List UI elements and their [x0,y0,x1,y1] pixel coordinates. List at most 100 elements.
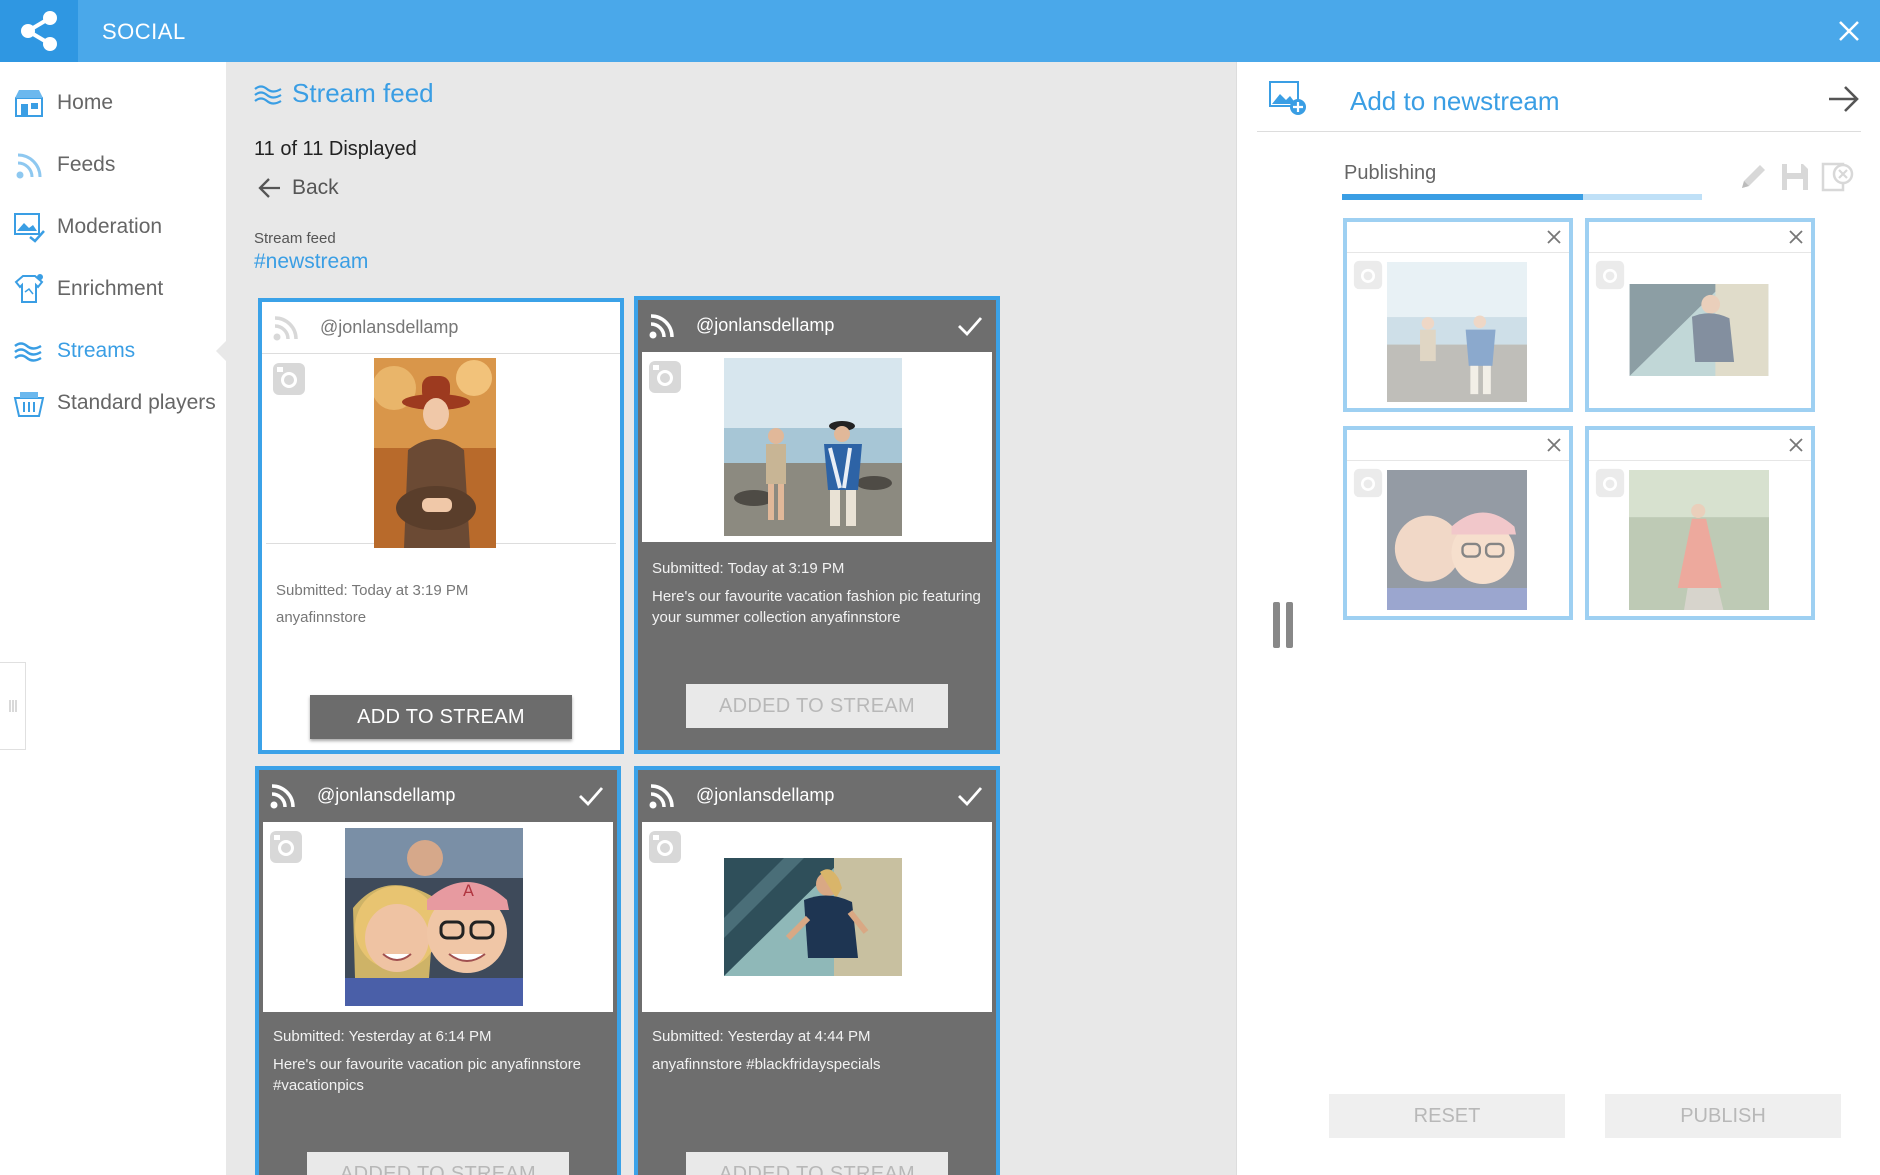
publish-button[interactable]: PUBLISH [1605,1094,1841,1138]
card-header: @jonlansdellamp [259,770,617,822]
card-submitted: Submitted: Yesterday at 4:44 PM [652,1028,871,1045]
remove-icon[interactable] [1545,436,1563,454]
page-title-text: Stream feed [292,78,434,108]
arrow-right-icon[interactable] [1827,82,1861,116]
sidebar-item-home[interactable]: Home [0,78,226,128]
top-bar: SOCIAL [0,0,1880,62]
sidebar-item-standard-players[interactable]: Standard players [0,378,226,428]
sidebar-item-label: Enrichment [57,277,164,300]
share-logo-icon[interactable] [0,0,78,62]
panel-header: Add to newstream [1257,62,1861,132]
instagram-icon [1353,468,1383,498]
image-check-icon [14,213,45,243]
card-handle: @jonlansdellamp [317,785,456,805]
svg-text:A: A [463,881,474,900]
add-to-stream-button[interactable]: ADD TO STREAM [310,695,572,739]
instagram-icon [273,363,305,395]
sidebar-item-feeds[interactable]: Feeds [0,140,226,190]
thumb-selfie-friends [1387,470,1527,610]
rss-icon [16,153,42,179]
sidebar: Home Feeds Moderation Enrichment Streams… [0,62,227,1175]
close-icon[interactable] [1834,16,1864,46]
photo-selfie-friends: A [345,828,523,1006]
sidebar-item-label: Streams [57,339,136,362]
card-submitted: Submitted: Today at 3:19 PM [276,582,469,599]
app-title: SOCIAL [102,19,186,44]
remove-icon[interactable] [1787,436,1805,454]
panel-title: Add to newstream [1350,86,1560,116]
store-icon [15,90,43,117]
remove-icon[interactable] [1545,228,1563,246]
remove-icon[interactable] [1787,228,1805,246]
publishing-progress-fill [1342,194,1584,200]
rss-icon [649,784,674,809]
active-pointer [216,340,227,362]
pencil-icon[interactable] [1736,160,1770,194]
publishing-progress [1342,194,1702,200]
card-handle: @jonlansdellamp [696,785,835,805]
displayed-count: 11 of 11 Displayed [254,138,417,160]
back-button[interactable]: Back [258,176,339,200]
thumb-woman-red-dress [1629,470,1769,610]
card-media [642,352,992,542]
rss-icon [649,314,674,339]
save-icon[interactable] [1778,160,1812,194]
sidebar-item-label: Home [57,91,114,114]
card-handle: @jonlansdellamp [696,315,835,335]
card-header: @jonlansdellamp [638,300,996,352]
image-add-icon [1269,81,1306,115]
photo-beach-couple [724,358,902,536]
stream-thumbnail[interactable] [1343,426,1573,620]
feed-tag-link[interactable]: #newstream [254,250,368,274]
basket-icon [13,392,45,417]
reset-button[interactable]: RESET [1329,1094,1565,1138]
instagram-icon [1353,260,1383,290]
check-icon [958,317,983,337]
instagram-icon [1595,260,1625,290]
post-card[interactable]: @jonlansdellamp Submitted: Today at 3:19 [634,296,1000,754]
instagram-icon [649,361,681,393]
added-to-stream-button[interactable]: ADDED TO STREAM [307,1152,569,1175]
stream-thumbnail[interactable] [1585,426,1815,620]
sidebar-item-label: Feeds [57,153,116,176]
card-handle: @jonlansdellamp [320,317,459,337]
card-media [642,822,992,1012]
sidebar-item-label: Standard players [57,391,216,414]
sidebar-item-streams[interactable]: Streams [0,326,226,376]
instagram-icon [649,831,681,863]
stream-thumbnail[interactable] [1343,218,1573,412]
card-header: @jonlansdellamp [262,302,620,354]
photo-woman-wall [724,858,902,976]
pause-icon[interactable] [1273,602,1293,648]
card-caption: anyafinnstore [276,609,367,626]
card-caption: Here's our favourite vacation fashion pi… [652,588,981,626]
waves-icon [254,84,282,105]
feed-label: Stream feed [254,230,336,247]
card-media: A [263,822,613,1012]
post-card[interactable]: @jonlansdellamp Submitted: Today at 3:19… [258,298,624,754]
shirt-enrich-icon [14,274,44,303]
waves-icon [14,342,42,362]
sidebar-item-label: Moderation [57,215,163,238]
sidebar-collapse-handle[interactable] [0,662,26,750]
back-label: Back [292,176,339,199]
added-to-stream-button[interactable]: ADDED TO STREAM [686,1152,948,1175]
post-card[interactable]: @jonlansdellamp A Submitted: Yesterday a… [255,766,621,1175]
page-title: Stream feed [254,78,434,109]
publishing-tab[interactable]: Publishing [1342,162,1702,200]
check-icon [958,787,983,807]
added-to-stream-button[interactable]: ADDED TO STREAM [686,684,948,728]
card-header: @jonlansdellamp [638,770,996,822]
instagram-icon [270,831,302,863]
sidebar-item-enrichment[interactable]: Enrichment [0,264,226,314]
photo-woman-hat [374,358,496,548]
sidebar-item-moderation[interactable]: Moderation [0,202,226,252]
grip-icon [8,700,17,712]
thumb-beach-couple [1387,262,1527,402]
discard-icon[interactable] [1820,160,1854,194]
rss-icon [273,316,298,341]
post-card[interactable]: @jonlansdellamp Submitted: Yesterday at … [634,766,1000,1175]
card-caption: Here's our favourite vacation pic anyafi… [273,1056,582,1094]
instagram-icon [1595,468,1625,498]
stream-thumbnail[interactable] [1585,218,1815,412]
